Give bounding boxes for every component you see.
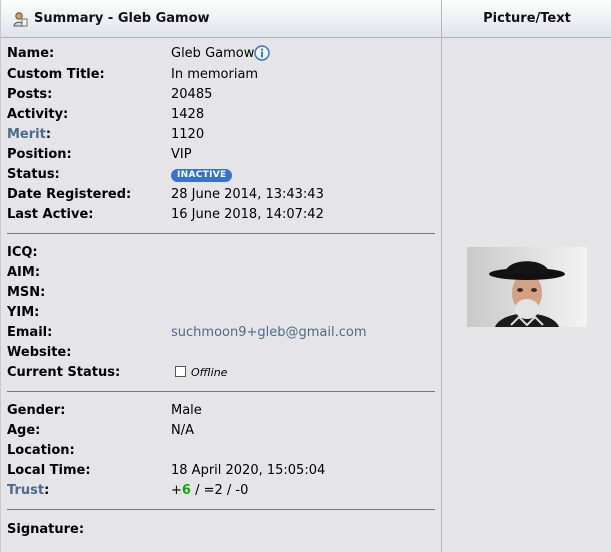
status-label: Status: (7, 167, 60, 182)
activity-label: Activity: (7, 107, 69, 122)
merit-colon: : (45, 127, 52, 142)
profile-fields: Name: Gleb Gamow Custom Title: In memori… (1, 38, 441, 552)
name-value: Gleb Gamow (171, 46, 255, 61)
picture-text-panel (442, 38, 611, 552)
yim-label: YIM: (7, 305, 40, 320)
divider (7, 509, 435, 510)
user-icon (13, 11, 28, 26)
trust-colon: : (44, 483, 50, 498)
summary-title: Summary - Gleb Gamow (34, 11, 210, 26)
offline-status: Offline (175, 363, 227, 383)
trust-value: +6 / =2 / -0 (171, 481, 248, 501)
divider (7, 233, 435, 234)
custom-title-value: In memoriam (171, 67, 259, 82)
trust-link[interactable]: Trust (7, 483, 44, 498)
icq-label: ICQ: (7, 245, 38, 260)
merit-label-wrap: Merit: (7, 125, 51, 145)
email-link[interactable]: suchmoon9+gleb@gmail.com (171, 323, 367, 343)
custom-title-label: Custom Title: (7, 67, 105, 82)
trust-rest: / =2 / -0 (190, 483, 249, 498)
position-value: VIP (171, 147, 192, 162)
msn-label: MSN: (7, 285, 46, 300)
gender-value: Male (171, 403, 202, 418)
summary-title-bar: Summary - Gleb Gamow (1, 0, 441, 37)
age-value: N/A (171, 423, 194, 438)
local-time-label: Local Time: (7, 463, 91, 478)
signature-label: Signature: (7, 522, 85, 537)
location-label: Location: (7, 443, 75, 458)
divider (7, 391, 435, 392)
merit-value: 1120 (171, 127, 205, 142)
info-icon[interactable] (254, 45, 270, 61)
summary-header: Summary - Gleb Gamow Picture/Text (1, 0, 611, 38)
local-time-value: 18 April 2020, 15:05:04 (171, 463, 326, 478)
current-status-label: Current Status: (7, 365, 121, 380)
trust-plus: + (171, 483, 182, 498)
checkbox-icon (175, 366, 186, 377)
activity-value: 1428 (171, 107, 205, 122)
aim-label: AIM: (7, 265, 41, 280)
name-label: Name: (7, 46, 55, 61)
last-active-value: 16 June 2018, 14:07:42 (171, 207, 324, 222)
profile-summary: Summary - Gleb Gamow Picture/Text Name: … (0, 0, 611, 552)
website-label: Website: (7, 345, 72, 360)
email-label: Email: (7, 325, 53, 340)
age-label: Age: (7, 423, 41, 438)
posts-value: 20485 (171, 87, 213, 102)
position-label: Position: (7, 147, 72, 162)
date-registered-label: Date Registered: (7, 187, 132, 202)
posts-label: Posts: (7, 87, 53, 102)
last-active-label: Last Active: (7, 207, 94, 222)
avatar-photo (467, 247, 587, 327)
gender-label: Gender: (7, 403, 66, 418)
picture-text-title: Picture/Text (483, 11, 571, 26)
date-registered-value: 28 June 2014, 13:43:43 (171, 187, 324, 202)
offline-text: Offline (191, 366, 228, 379)
trust-positive: 6 (181, 483, 191, 498)
merit-link[interactable]: Merit (7, 127, 46, 142)
trust-label-wrap: Trust: (7, 481, 49, 501)
status-badge: INACTIVE (171, 169, 233, 182)
